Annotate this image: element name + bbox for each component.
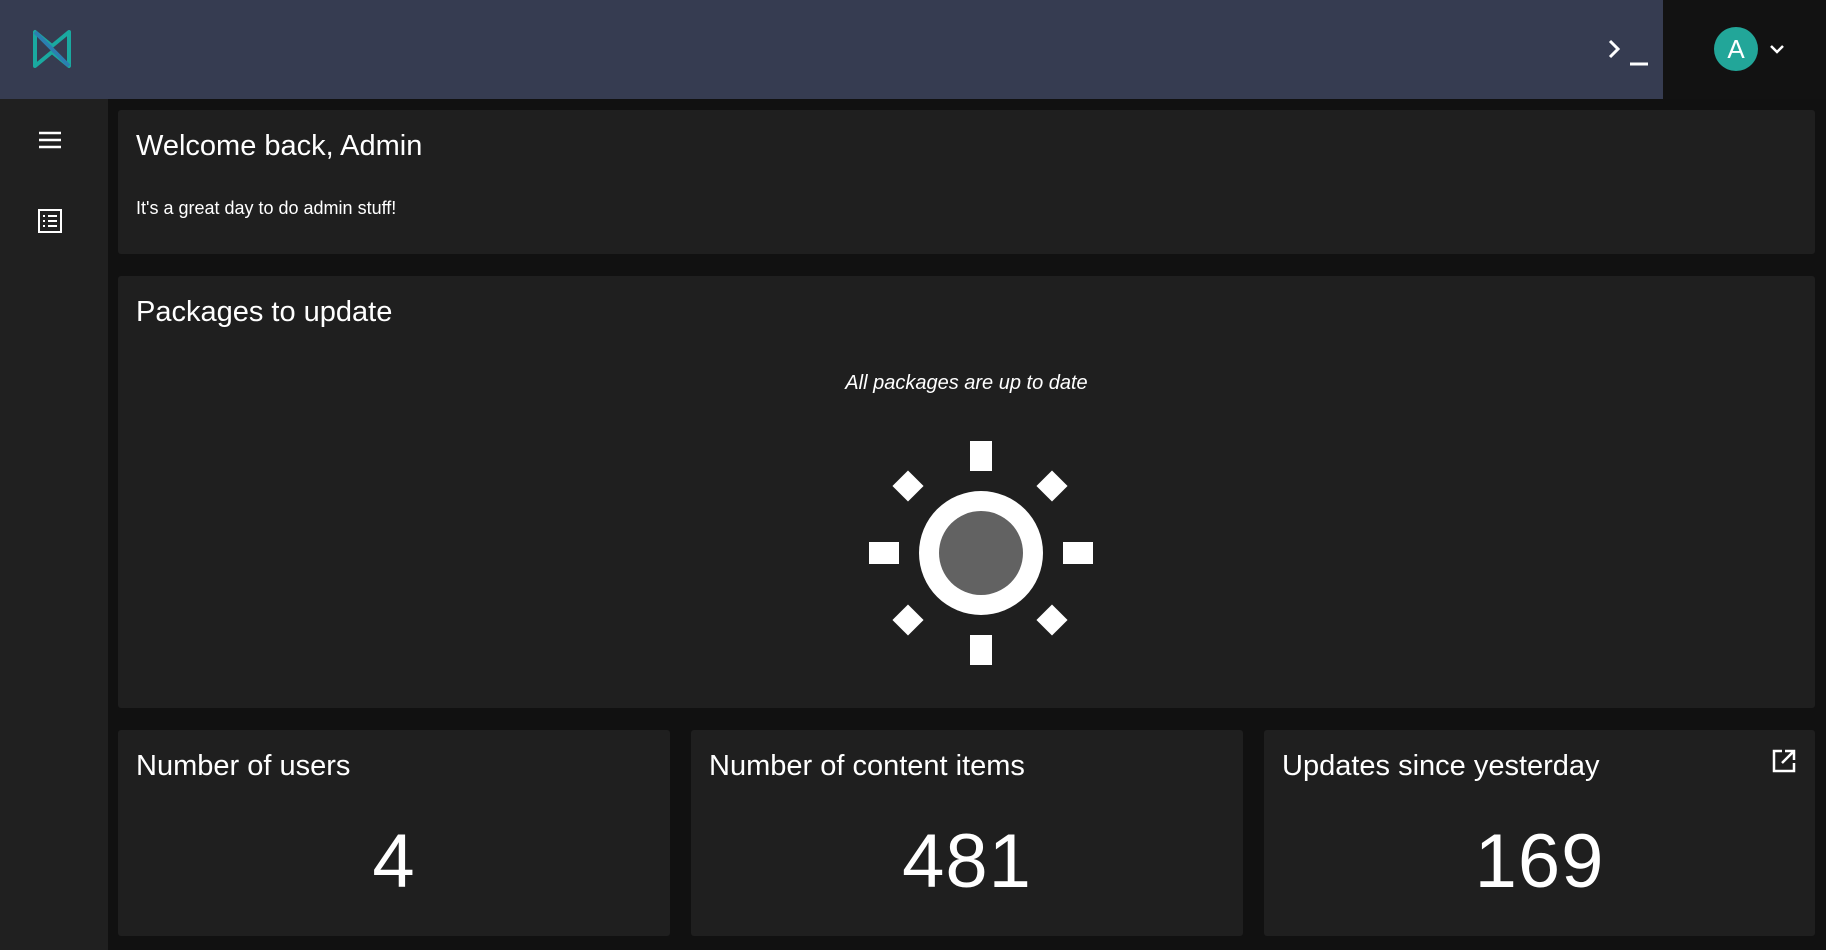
list-icon[interactable] (37, 208, 63, 234)
terminal-icon[interactable] (1606, 32, 1652, 68)
user-menu: A (1663, 0, 1826, 99)
sidebar (0, 99, 108, 950)
stat-label: Number of content items (709, 750, 1025, 782)
welcome-card: Welcome back, Admin It's a great day to … (118, 110, 1815, 254)
welcome-title: Welcome back, Admin (136, 130, 423, 162)
packages-empty-message: All packages are up to date (845, 372, 1088, 394)
menu-icon[interactable] (37, 127, 63, 153)
stat-value: 481 (902, 819, 1032, 904)
brand-logo-icon[interactable] (32, 28, 72, 70)
avatar[interactable]: A (1714, 27, 1758, 71)
stat-card-updates: Updates since yesterday 169 (1264, 730, 1815, 936)
welcome-subtitle: It's a great day to do admin stuff! (136, 198, 397, 218)
stat-label: Number of users (136, 750, 351, 782)
packages-card: Packages to update All packages are up t… (118, 276, 1815, 708)
sun-icon (869, 441, 1093, 665)
packages-title: Packages to update (136, 296, 393, 328)
stat-label: Updates since yesterday (1282, 750, 1600, 782)
stat-card-content-items: Number of content items 481 (691, 730, 1243, 936)
chevron-down-icon[interactable] (1768, 40, 1786, 58)
top-bar (0, 0, 1663, 99)
open-external-icon[interactable] (1771, 748, 1797, 774)
stat-value: 4 (372, 819, 416, 904)
stat-card-users: Number of users 4 (118, 730, 670, 936)
stat-value: 169 (1474, 819, 1605, 904)
